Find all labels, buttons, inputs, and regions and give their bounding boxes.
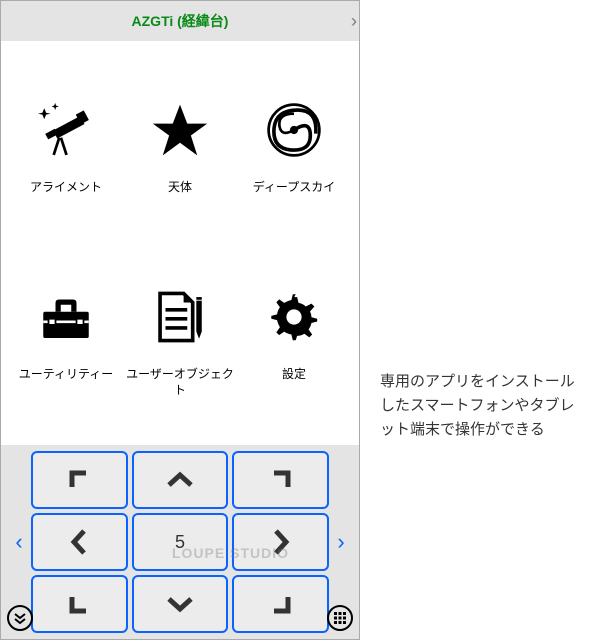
gear-icon [262,285,326,349]
dpad-down[interactable] [132,575,229,633]
page-title: AZGTi (経緯台) [132,11,229,31]
dpad-se[interactable] [232,575,329,633]
menu-label: ユーザーオブジェクト [123,367,237,398]
collapse-icon[interactable] [7,605,33,631]
menu-settings[interactable]: 設定 [237,248,351,435]
dpad-sw[interactable] [31,575,128,633]
menu-label: ユーティリティー [19,367,114,398]
menu-alignment[interactable]: アライメント [9,61,123,248]
document-edit-icon [148,285,212,349]
menu-label: アライメント [30,180,102,211]
menu-userobject[interactable]: ユーザーオブジェクト [123,248,237,435]
menu-label: ディープスカイ [253,180,335,211]
menu-label: 設定 [282,367,306,398]
direction-pad: 5 [31,451,329,633]
spiral-icon [262,98,326,162]
app-screen: AZGTi (経緯台) ››› アライメント [0,0,360,640]
star-icon [148,98,212,162]
page-next-icon[interactable]: › [329,529,353,555]
dpad-ne[interactable] [232,451,329,509]
menu-label: 天体 [168,180,192,211]
dpad-right[interactable] [232,513,329,571]
dpad-panel: ‹ 5 [1,445,359,639]
dpad-left[interactable] [31,513,128,571]
menu-celestial[interactable]: 天体 [123,61,237,248]
telescope-icon [34,98,98,162]
toolbox-icon [34,285,98,349]
dpad-up[interactable] [132,451,229,509]
main-menu-grid: アライメント 天体 ディープスカイ [1,41,359,445]
menu-deepsky[interactable]: ディープスカイ [237,61,351,248]
title-bar: AZGTi (経緯台) ››› [1,1,359,41]
dpad-nw[interactable] [31,451,128,509]
page-prev-icon[interactable]: ‹ [7,529,31,555]
dpad-speed-value[interactable]: 5 [132,513,229,571]
caption-text: 専用のアプリをインストールしたスマートフォンやタブレット端末で操作ができる [380,370,580,442]
grid-view-icon[interactable] [327,605,353,631]
menu-utility[interactable]: ユーティリティー [9,248,123,435]
